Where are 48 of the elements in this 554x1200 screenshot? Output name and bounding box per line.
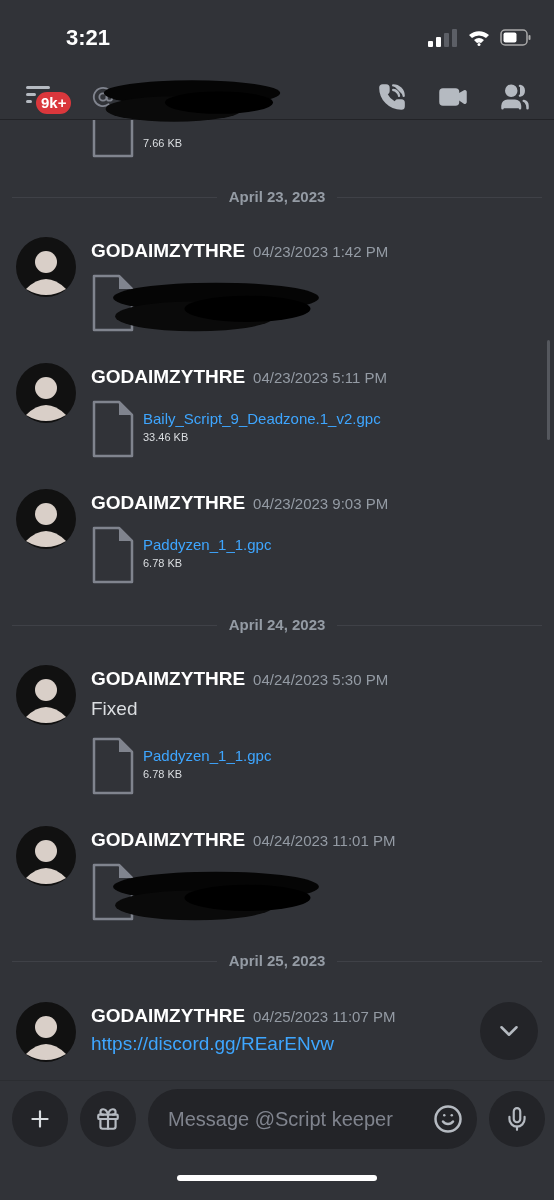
avatar[interactable] [16, 825, 76, 886]
file-size: 6.78 KB [143, 766, 184, 782]
gift-icon [95, 1105, 121, 1132]
file-size: 7.66 KB [143, 135, 183, 151]
message-composer[interactable]: Message @Script keeper [148, 1088, 477, 1149]
members-icon[interactable] [500, 82, 530, 112]
file-icon [91, 273, 135, 333]
file-icon [91, 525, 135, 585]
author-name[interactable]: GODAIMZYTHRE [91, 825, 246, 854]
date-divider-label: April 23, 2023 [228, 186, 326, 207]
file-name-link[interactable]: Baily_Script_9_Deadzone.1_v2.gpc [143, 409, 381, 429]
message-timestamp: 04/23/2023 9:03 PM [253, 494, 389, 514]
at-sign-icon [92, 86, 114, 108]
voice-call-icon[interactable] [378, 83, 406, 111]
message-timestamp: 04/23/2023 1:42 PM [253, 242, 389, 262]
file-size: 6.78 KB [143, 556, 184, 571]
message-text: Fixed [91, 697, 139, 721]
wifi-icon [468, 29, 490, 46]
avatar[interactable] [16, 1001, 76, 1062]
message-timestamp: 04/24/2023 11:01 PM [253, 830, 396, 851]
file-name-link[interactable]: Paddyzen_1_1.gpc [143, 745, 272, 766]
avatar[interactable] [16, 665, 76, 725]
author-name[interactable]: GODAIMZYTHRE [91, 489, 246, 518]
author-name[interactable]: GODAIMZYTHRE [91, 237, 246, 266]
date-divider-label: April 24, 2023 [228, 614, 326, 635]
message-timestamp: 04/24/2023 5:30 PM [253, 670, 389, 690]
message-timestamp: 04/23/2023 5:11 PM [253, 368, 388, 388]
file-icon [91, 399, 135, 459]
unread-badge: 9k+ [34, 90, 74, 116]
author-name[interactable]: GODAIMZYTHRE [91, 1001, 246, 1030]
author-name[interactable]: GODAIMZYTHRE [91, 665, 246, 694]
emoji-icon[interactable] [433, 1103, 463, 1134]
date-divider-label: April 25, 2023 [228, 951, 326, 972]
file-icon [91, 735, 135, 796]
message-timestamp: 04/25/2023 11:07 PM [253, 1006, 396, 1027]
file-size: 33.46 KB [143, 430, 190, 445]
scrollbar-thumb[interactable] [547, 340, 550, 440]
avatar[interactable] [16, 489, 76, 549]
avatar[interactable] [16, 363, 76, 423]
battery-icon [500, 29, 532, 46]
file-name-link[interactable]: Paddyzen_1_1.gpc [143, 535, 272, 555]
clock: 3:21 [66, 24, 111, 52]
avatar[interactable] [16, 237, 76, 297]
author-name[interactable]: GODAIMZYTHRE [91, 363, 246, 392]
invite-link[interactable]: https://discord.gg/REarENvw [91, 1029, 396, 1058]
signal-icon [428, 28, 458, 47]
message-input[interactable]: Message @Script keeper [168, 1103, 433, 1134]
file-icon [91, 861, 135, 922]
